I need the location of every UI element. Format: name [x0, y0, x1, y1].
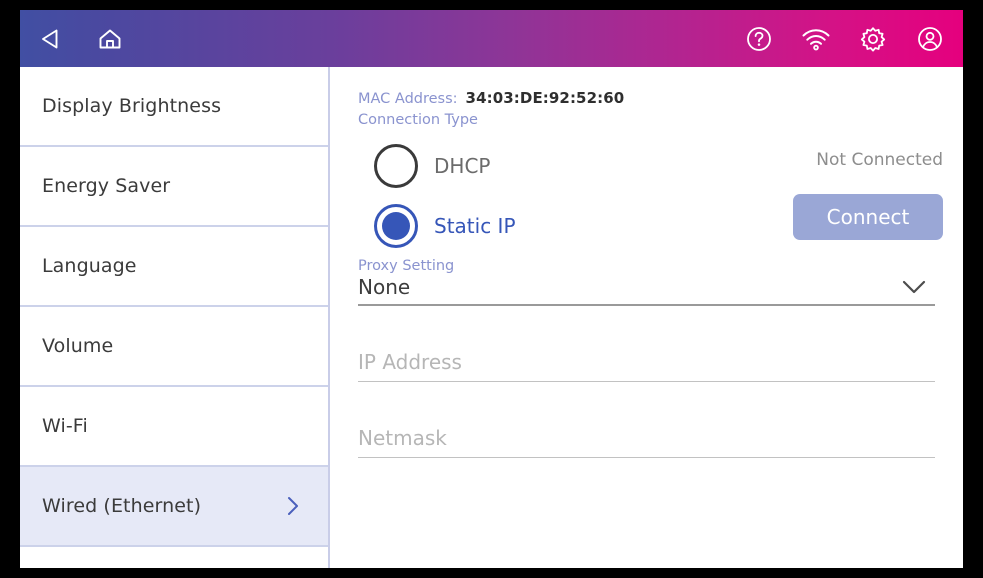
gear-icon[interactable] — [858, 24, 888, 54]
netmask-line — [358, 426, 935, 458]
radio-button-static-ip-icon — [374, 204, 418, 248]
topbar-left-group — [37, 24, 125, 54]
ip-address-field — [358, 350, 935, 382]
mac-address-row: MAC Address: 34:03:DE:92:52:60 — [358, 89, 949, 107]
content-area: Display Brightness Energy Saver Language… — [20, 67, 963, 568]
sidebar-item-next-partial[interactable] — [20, 547, 328, 568]
mac-address-label: MAC Address: — [358, 91, 458, 107]
chevron-down-icon[interactable] — [899, 277, 929, 297]
proxy-setting-value: None — [358, 275, 411, 299]
sidebar-item-label: Display Brightness — [42, 95, 222, 117]
proxy-setting-select[interactable]: None — [358, 275, 935, 306]
user-account-icon[interactable] — [915, 24, 945, 54]
sidebar-item-volume[interactable]: Volume — [20, 307, 328, 387]
netmask-input[interactable] — [358, 426, 935, 450]
top-navigation-bar — [20, 10, 963, 67]
wifi-icon[interactable] — [801, 24, 831, 54]
sidebar-item-energy-saver[interactable]: Energy Saver — [20, 147, 328, 227]
chevron-right-icon — [282, 495, 304, 517]
sidebar-item-label: Wi-Fi — [42, 415, 88, 437]
device-frame: Display Brightness Energy Saver Language… — [0, 0, 983, 578]
connect-button[interactable]: Connect — [793, 194, 943, 240]
sidebar-item-label: Energy Saver — [42, 175, 171, 197]
screen: Display Brightness Energy Saver Language… — [20, 10, 963, 568]
mac-address-value: 34:03:DE:92:52:60 — [465, 89, 625, 107]
ethernet-settings-panel: MAC Address: 34:03:DE:92:52:60 Connectio… — [330, 67, 963, 568]
sidebar-item-label: Language — [42, 255, 137, 277]
proxy-setting-field: Proxy Setting None — [358, 258, 935, 306]
connection-status-block: Not Connected Connect — [733, 136, 943, 240]
radio-button-dhcp-icon — [374, 144, 418, 188]
help-icon[interactable] — [744, 24, 774, 54]
proxy-setting-label: Proxy Setting — [358, 258, 455, 274]
status-badge: Not Connected — [816, 150, 943, 170]
sidebar-item-label: Wired (Ethernet) — [42, 495, 202, 517]
home-icon[interactable] — [95, 24, 125, 54]
settings-sidebar: Display Brightness Energy Saver Language… — [20, 67, 330, 568]
connection-type-radio-group: DHCP Static IP Not Connected Connect — [358, 136, 949, 256]
ip-address-input[interactable] — [358, 350, 935, 374]
sidebar-item-language[interactable]: Language — [20, 227, 328, 307]
connection-type-label: Connection Type — [358, 112, 478, 128]
radio-label-dhcp: DHCP — [434, 154, 491, 178]
sidebar-item-label: Volume — [42, 335, 114, 357]
topbar-right-group — [744, 24, 945, 54]
sidebar-item-wi-fi[interactable]: Wi-Fi — [20, 387, 328, 467]
ip-address-line — [358, 350, 935, 382]
sidebar-item-wired-ethernet[interactable]: Wired (Ethernet) — [20, 467, 328, 547]
radio-selected-dot — [382, 212, 410, 240]
radio-label-static-ip: Static IP — [434, 214, 516, 238]
sidebar-item-display-brightness[interactable]: Display Brightness — [20, 67, 328, 147]
back-arrow-icon[interactable] — [37, 24, 67, 54]
netmask-field — [358, 426, 935, 458]
